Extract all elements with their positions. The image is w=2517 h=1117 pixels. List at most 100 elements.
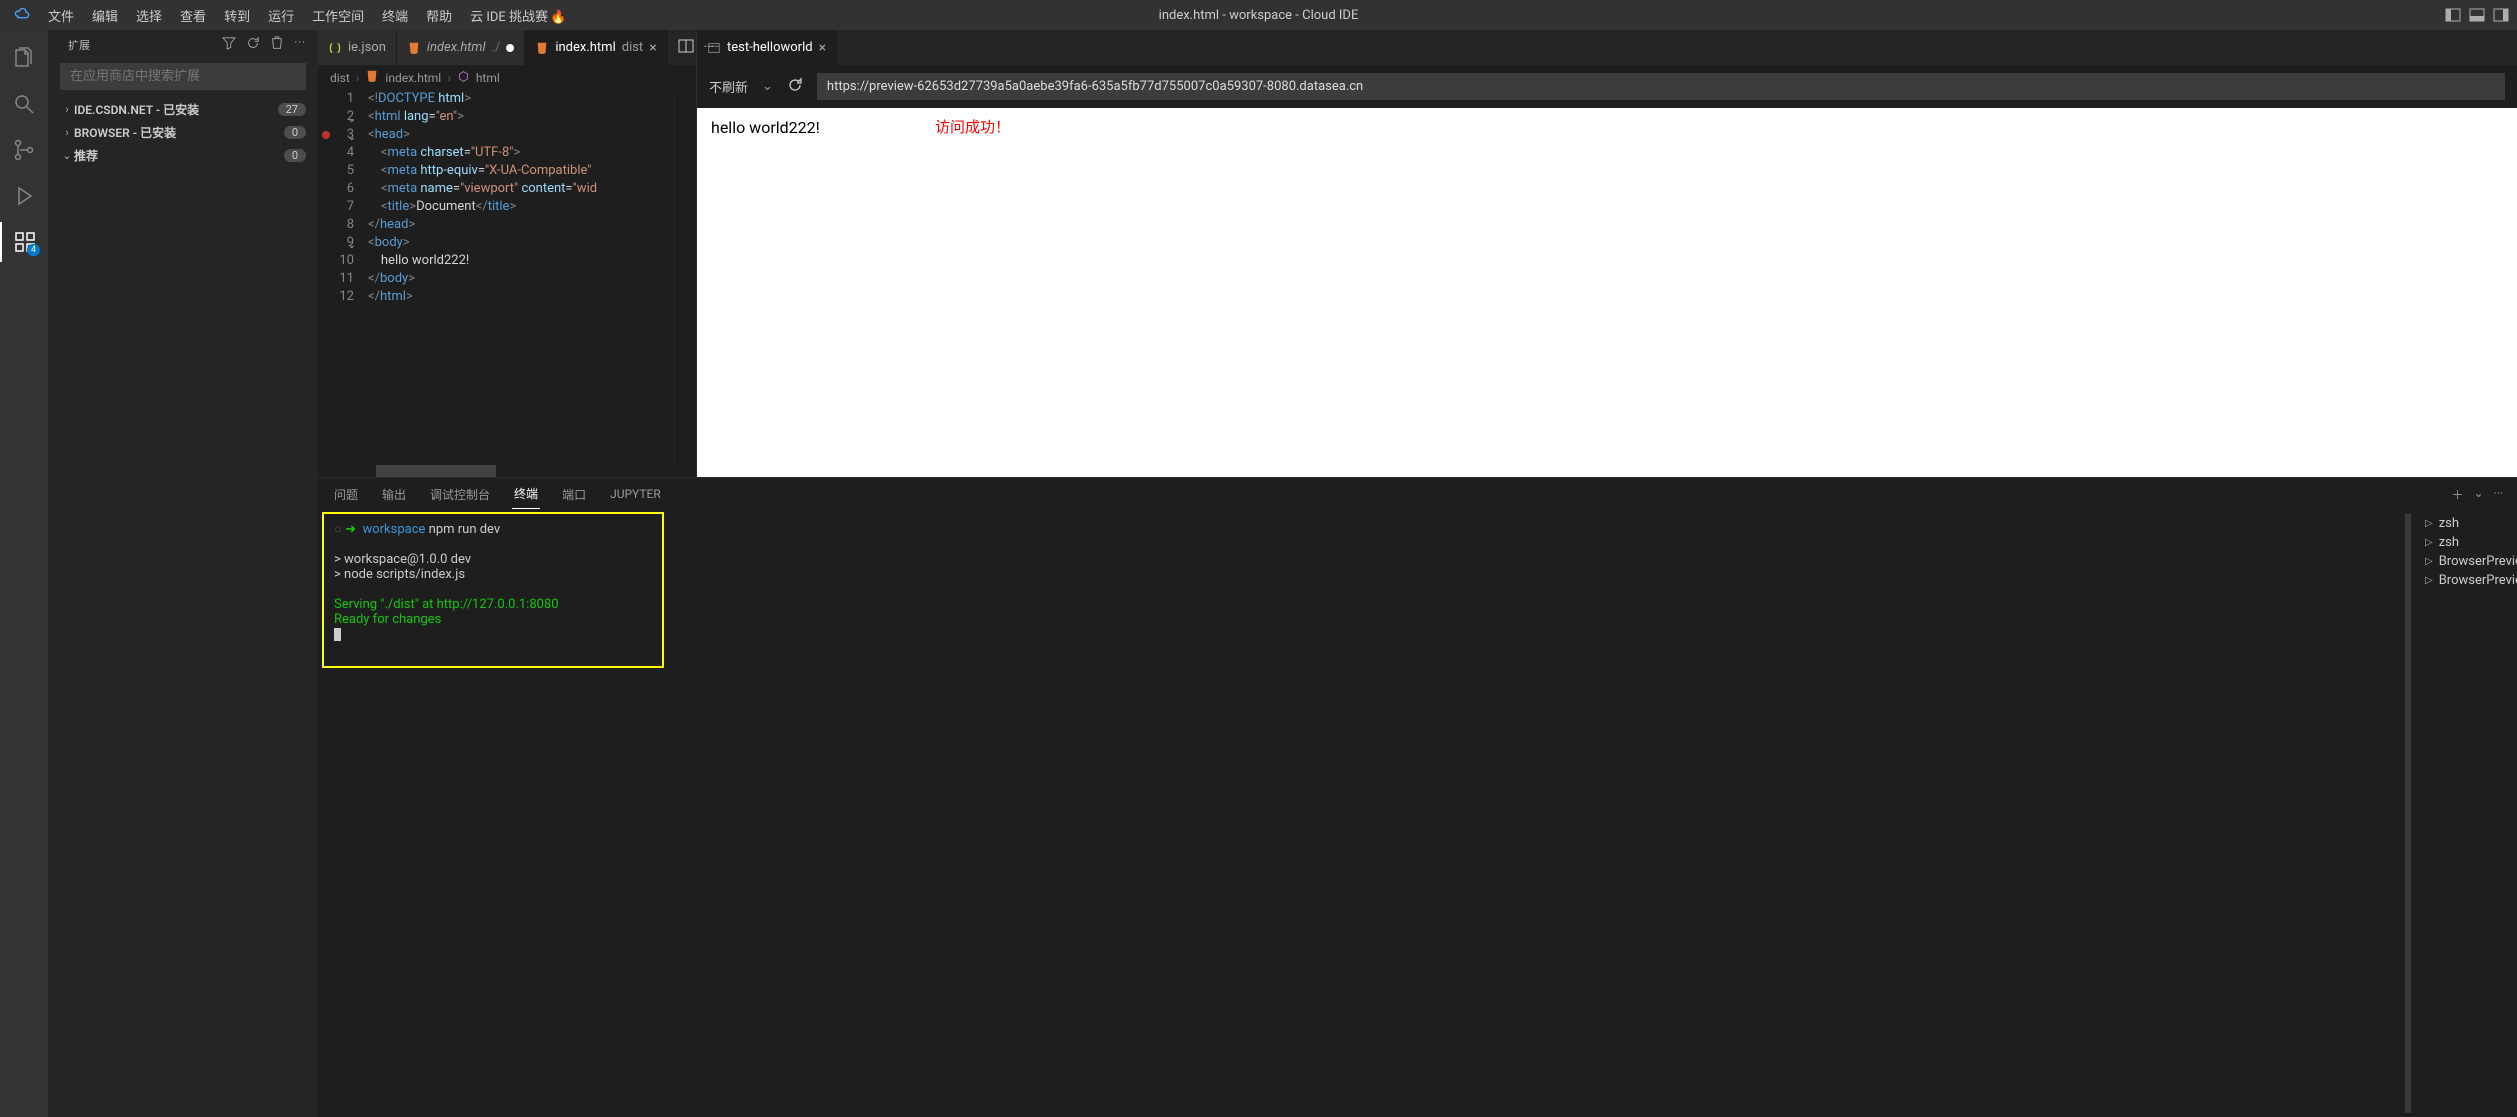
more-icon[interactable]: ··· xyxy=(294,36,306,53)
panel-tab[interactable]: 端口 xyxy=(560,480,588,509)
section-label: IDE.CSDN.NET - 已安装 xyxy=(74,101,199,118)
terminal-name: zsh xyxy=(2439,516,2459,531)
bottom-panel: 问题输出调试控制台终端端口 JUPYTER ＋ ⌄ ··· ○ ➜ workspa… xyxy=(318,477,2517,1117)
terminal-line: Ready for changes xyxy=(334,612,652,627)
terminal-icon: ▷ xyxy=(2425,518,2433,529)
tab-suffix: dist xyxy=(622,40,643,55)
activitybar: 4 xyxy=(0,30,48,1117)
activity-extensions[interactable]: 4 xyxy=(0,222,48,262)
refresh-icon[interactable] xyxy=(246,36,260,53)
more-icon[interactable]: ··· xyxy=(704,40,714,55)
code-editor[interactable]: 12⌄3⌄456789⌄101112 <!DOCTYPE html><html … xyxy=(318,90,696,465)
terminal-list-item[interactable]: ▷zsh xyxy=(2425,533,2509,552)
panel-tab[interactable]: 问题 xyxy=(332,480,360,509)
preview-content[interactable]: hello world222! 访问成功！ xyxy=(697,108,2517,477)
activity-explorer[interactable] xyxy=(0,38,48,78)
horizontal-scrollbar[interactable] xyxy=(318,465,696,477)
new-terminal-icon[interactable]: ＋ xyxy=(2452,486,2464,503)
terminal-icon: ▷ xyxy=(2425,537,2433,548)
minimap[interactable] xyxy=(674,90,696,465)
tab-label: index.html xyxy=(555,40,615,55)
editor-tab[interactable]: index.html ./ xyxy=(397,30,525,65)
filter-icon[interactable] xyxy=(222,36,236,53)
editor-group-left: ie.jsonindex.html ./index.html dist×··· … xyxy=(318,30,696,477)
layout-sidebar-right-icon[interactable] xyxy=(2493,7,2509,23)
terminal-line: ○ ➜ workspace npm run dev xyxy=(334,522,652,537)
titlebar: 文件编辑选择查看转到运行工作空间终端帮助云 IDE 挑战赛🔥 index.htm… xyxy=(0,0,2517,30)
terminal-list-item[interactable]: ▷ zsh xyxy=(2425,514,2509,533)
refresh-mode-label[interactable]: 不刷新 xyxy=(709,77,748,96)
terminal-icon: ▷ xyxy=(2425,575,2433,586)
panel-tab[interactable]: 调试控制台 xyxy=(428,480,492,509)
breadcrumb-item[interactable]: index.html xyxy=(385,71,441,85)
tab-label: index.html xyxy=(427,40,486,55)
terminal-icon: ▷ xyxy=(2425,556,2433,567)
reload-icon[interactable] xyxy=(787,77,803,97)
tab-label: ie.json xyxy=(348,40,386,55)
sidebar-title: 扩展 xyxy=(68,37,90,53)
menu-3[interactable]: 查看 xyxy=(172,2,214,29)
menu-5[interactable]: 运行 xyxy=(260,2,302,29)
clear-icon[interactable] xyxy=(270,36,284,53)
preview-tabs: test-helloworld× xyxy=(697,30,2517,65)
menu-1[interactable]: 编辑 xyxy=(84,2,126,29)
preview-body-text: hello world222! xyxy=(711,118,820,137)
layout-sidebar-left-icon[interactable] xyxy=(2445,7,2461,23)
menu-7[interactable]: 终端 xyxy=(374,2,416,29)
preview-url-input[interactable] xyxy=(817,73,2505,100)
menu-2[interactable]: 选择 xyxy=(128,2,170,29)
chevron-down-icon[interactable]: ⌄ xyxy=(2474,486,2484,503)
section-count-badge: 0 xyxy=(284,149,306,162)
success-annotation: 访问成功！ xyxy=(935,116,1010,137)
chevron-down-icon[interactable]: ⌄ xyxy=(762,79,773,94)
panel-tab[interactable]: JUPYTER xyxy=(608,481,663,507)
breadcrumb[interactable]: dist›index.html›html xyxy=(318,65,696,90)
preview-toolbar: 不刷新 ⌄ xyxy=(697,65,2517,108)
panel-tabs: 问题输出调试控制台终端端口 JUPYTER ＋ ⌄ ··· xyxy=(318,478,2517,510)
terminal-scrollbar[interactable] xyxy=(2405,514,2411,1113)
panel-tab[interactable]: 输出 xyxy=(380,480,408,509)
chevron-icon: › xyxy=(60,103,74,116)
terminal-line xyxy=(334,582,652,597)
terminal-list-item[interactable]: ▷BrowserPreview xyxy=(2425,552,2509,571)
activity-scm[interactable] xyxy=(0,130,48,170)
window-title: index.html - workspace - Cloud IDE xyxy=(1159,8,1359,23)
preview-pane: test-helloworld× 不刷新 ⌄ hello world222! 访… xyxy=(696,30,2517,477)
close-icon[interactable]: × xyxy=(819,40,826,56)
split-editor-icon[interactable] xyxy=(678,38,694,58)
panel-tab[interactable]: 终端 xyxy=(512,479,540,509)
menu-0[interactable]: 文件 xyxy=(40,2,82,29)
more-icon[interactable]: ··· xyxy=(2494,486,2503,503)
sidebar-section[interactable]: ›IDE.CSDN.NET - 已安装 27 xyxy=(48,98,318,121)
terminal-list-item[interactable]: ▷BrowserPreview xyxy=(2425,571,2509,590)
editor-tabs: ie.jsonindex.html ./index.html dist×··· xyxy=(318,30,696,65)
section-count-badge: 27 xyxy=(278,103,306,116)
close-icon[interactable]: × xyxy=(649,40,656,56)
terminal-name: BrowserPreview xyxy=(2439,554,2517,569)
search-input[interactable] xyxy=(60,63,306,90)
activity-search[interactable] xyxy=(0,84,48,124)
activity-debug[interactable] xyxy=(0,176,48,216)
titlebar-actions xyxy=(2445,7,2509,23)
extensions-search[interactable] xyxy=(60,63,306,90)
sidebar-section[interactable]: ›BROWSER - 已安装0 xyxy=(48,121,318,144)
terminal-list: ▷zsh▷zsh▷BrowserPreview▷BrowserPreview xyxy=(2417,510,2517,1117)
menu-8[interactable]: 帮助 xyxy=(418,2,460,29)
breadcrumb-item[interactable]: html xyxy=(476,71,500,85)
chevron-icon: › xyxy=(60,126,74,139)
sidebar-section[interactable]: ⌄推荐0 xyxy=(48,144,318,167)
menu-6[interactable]: 工作空间 xyxy=(304,2,372,29)
app-logo xyxy=(8,5,36,25)
layout-panel-icon[interactable] xyxy=(2469,7,2485,23)
menubar: 文件编辑选择查看转到运行工作空间终端帮助云 IDE 挑战赛🔥 xyxy=(40,2,574,29)
terminal[interactable]: ○ ➜ workspace npm run dev > workspace@1.… xyxy=(322,512,664,668)
sidebar-extensions: 扩展 ··· ›IDE.CSDN.NET - 已安装 27 ›BROWSER - 已… xyxy=(48,30,318,1117)
menu-9[interactable]: 云 IDE 挑战赛🔥 xyxy=(462,2,574,29)
terminal-line: > node scripts/index.js xyxy=(334,567,652,582)
editor-tab[interactable]: ie.json xyxy=(318,30,397,65)
menu-4[interactable]: 转到 xyxy=(216,2,258,29)
modified-dot-icon xyxy=(506,44,514,52)
breadcrumb-item[interactable]: dist xyxy=(330,71,350,85)
editor-tab[interactable]: index.html dist × xyxy=(525,30,667,65)
terminal-line: Serving "./dist" at http://127.0.0.1:808… xyxy=(334,597,652,612)
